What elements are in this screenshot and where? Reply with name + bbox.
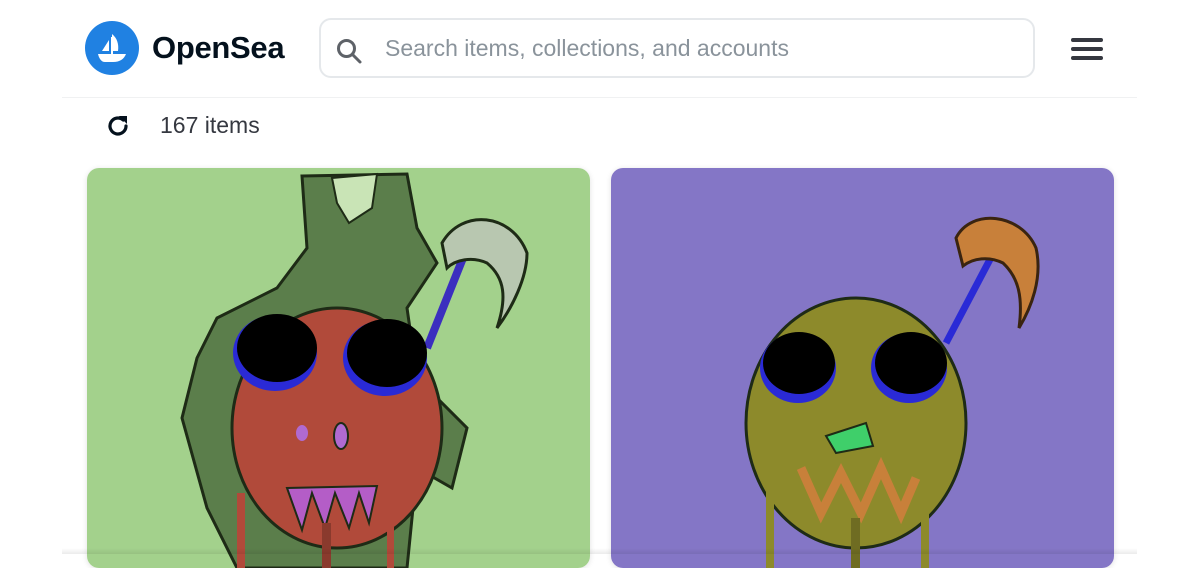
refresh-icon[interactable] — [104, 112, 132, 140]
results-toolbar: 167 items — [0, 98, 1200, 158]
opensea-ship-icon — [98, 34, 126, 62]
brand-name[interactable]: OpenSea — [152, 28, 285, 68]
search-bar[interactable] — [319, 18, 1035, 78]
nft-card[interactable] — [611, 168, 1114, 568]
nft-card[interactable] — [87, 168, 590, 568]
opensea-logo[interactable] — [85, 21, 139, 75]
hamburger-menu-icon[interactable] — [1069, 35, 1105, 63]
search-icon — [337, 39, 362, 64]
top-nav: OpenSea — [0, 0, 1200, 97]
scroll-shadow — [62, 548, 1137, 554]
nft-image — [87, 168, 590, 568]
search-input[interactable] — [385, 20, 1025, 76]
nft-image — [611, 168, 1114, 568]
item-count: 167 items — [160, 112, 260, 138]
